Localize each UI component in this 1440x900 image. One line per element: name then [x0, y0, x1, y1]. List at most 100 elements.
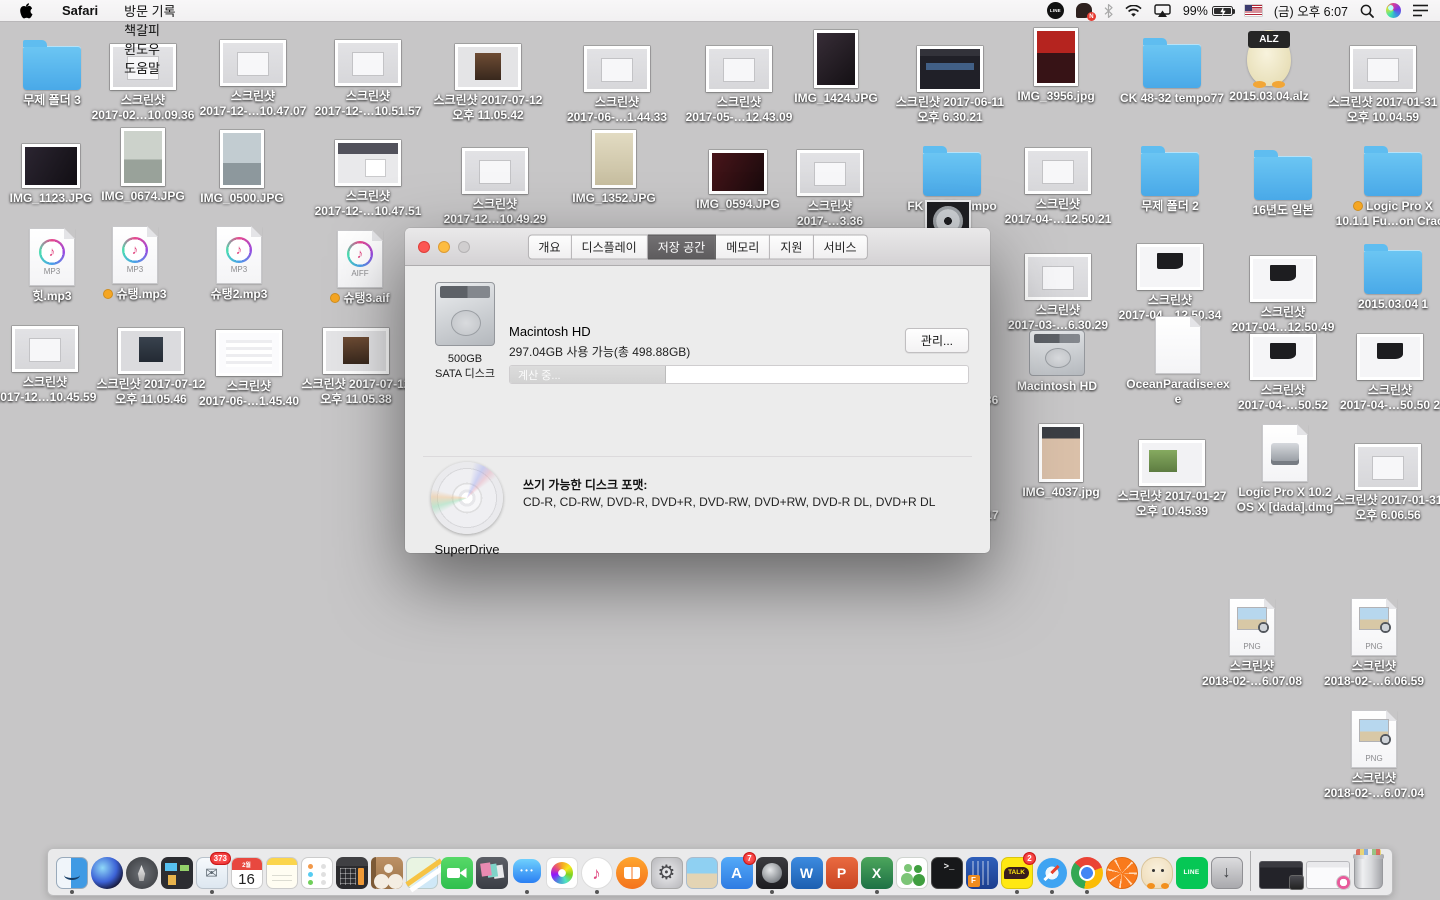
dock-item-launchpad[interactable]: [125, 857, 158, 889]
dock-item-line[interactable]: LINE: [1175, 857, 1208, 889]
desktop-icon[interactable]: PNG스크린샷2018-02-…6.07.04: [1316, 706, 1432, 800]
dock-item-facetime[interactable]: [440, 857, 473, 889]
dock-item-chrome[interactable]: [1070, 857, 1103, 889]
desktop-icon[interactable]: PNG스크린샷2018-02-…6.06.59: [1316, 594, 1432, 688]
desktop-icon[interactable]: Logic Pro X10.1.1 Fu…on Crack: [1335, 134, 1440, 228]
desktop-icon[interactable]: 스크린샷2017-12-…10.47.07: [195, 24, 311, 118]
dock-item-contacts[interactable]: [370, 857, 403, 889]
desktop-icon[interactable]: 스크린샷2017-04…12.50.34: [1112, 228, 1228, 322]
desktop-icon[interactable]: ♪AIFF슈탱3.aif: [302, 226, 418, 306]
dock-item-maps[interactable]: [405, 857, 438, 889]
desktop-icon[interactable]: 16년도 일본: [1225, 138, 1341, 218]
desktop-icon[interactable]: 스크린샷2017-12-…10.51.57: [310, 24, 426, 118]
dock-item-mail[interactable]: ✉373: [195, 857, 228, 889]
desktop-icon[interactable]: IMG_4037.jpg: [1003, 420, 1119, 500]
desktop-icon[interactable]: Macintosh HD: [999, 314, 1115, 394]
minimize-button[interactable]: [438, 241, 450, 253]
line-status-icon[interactable]: LINE: [1047, 2, 1064, 19]
dock-item-word[interactable]: W: [790, 857, 823, 889]
dock-item-ibooks[interactable]: [615, 857, 648, 889]
desktop-icon[interactable]: IMG_1352.JPG: [556, 126, 672, 206]
desktop-icon[interactable]: 스크린샷 2017-07-12오후 11.05.38: [298, 312, 414, 406]
dock-item-photos[interactable]: [545, 857, 578, 889]
battery-status[interactable]: 99%: [1183, 0, 1233, 21]
tab-저장 공간[interactable]: 저장 공간: [648, 234, 717, 259]
messenger-status-icon[interactable]: N: [1076, 0, 1092, 21]
dock-item-powerpoint[interactable]: P: [825, 857, 858, 889]
dock-item-kakaotalk[interactable]: TALK2: [1000, 857, 1033, 889]
desktop-icon[interactable]: 스크린샷 2017-07-12오후 11.05.42: [430, 28, 546, 122]
desktop-icon[interactable]: IMG_3956.jpg: [998, 24, 1114, 104]
desktop-icon[interactable]: PNG스크린샷2018-02-…6.07.08: [1194, 594, 1310, 688]
notification-center-icon[interactable]: [1413, 0, 1428, 21]
siri-icon[interactable]: [1386, 3, 1401, 18]
tab-개요[interactable]: 개요: [527, 234, 571, 259]
dock-item-trash[interactable]: [1352, 856, 1385, 889]
dock-item-calculator[interactable]: [335, 857, 368, 889]
desktop-icon[interactable]: 스크린샷2017-06-…1.44.33: [559, 30, 675, 124]
dock-item-logic-pro[interactable]: [755, 857, 788, 889]
desktop-icon[interactable]: OceanParadise.exe: [1120, 312, 1236, 406]
dock-item-itunes[interactable]: ♪: [580, 857, 613, 889]
dock-item-orange-segments[interactable]: [1105, 857, 1138, 889]
dock-item-min-window-light[interactable]: [1305, 861, 1350, 889]
desktop-icon[interactable]: 스크린샷2017-06-…1.45.40: [191, 314, 307, 408]
desktop-icon[interactable]: ♪MP3슈탱.mp3: [77, 222, 193, 302]
wifi-icon[interactable]: [1125, 0, 1142, 21]
apple-menu[interactable]: [18, 0, 49, 21]
dock-item-system-preferences[interactable]: ⚙: [650, 857, 683, 889]
desktop-icon[interactable]: 스크린샷 2017-01-27오후 10.45.39: [1114, 424, 1230, 518]
dock-item-reminders[interactable]: [300, 857, 333, 889]
menu-app-name[interactable]: Safari: [49, 0, 111, 21]
dock-item-nateon[interactable]: [895, 857, 928, 889]
desktop-icon[interactable]: IMG_1424.JPG: [778, 26, 894, 106]
dock-item-app-store[interactable]: A7: [720, 857, 753, 889]
desktop-icon[interactable]: ♪MP3슈탱2.mp3: [181, 222, 297, 302]
desktop-icon[interactable]: 스크린샷 2017-01-31오후 10.04.59: [1325, 30, 1440, 124]
desktop-icon[interactable]: 스크린샷2017-12…10.45.59: [0, 310, 103, 404]
tab-서비스[interactable]: 서비스: [813, 234, 867, 259]
tab-디스플레이[interactable]: 디스플레이: [572, 234, 648, 259]
spotlight-icon[interactable]: [1360, 0, 1374, 21]
menu-clock[interactable]: (금) 오후 6:07: [1274, 0, 1348, 21]
dock-item-photo-booth[interactable]: [475, 857, 508, 889]
dock-item-safari[interactable]: [1035, 857, 1068, 889]
window-titlebar[interactable]: 개요디스플레이저장 공간메모리지원서비스: [405, 228, 990, 266]
manage-button[interactable]: 관리...: [905, 328, 969, 353]
menu-item[interactable]: 책갈피: [111, 20, 188, 39]
dock-item-messages[interactable]: [510, 857, 543, 889]
input-source-flag-icon[interactable]: [1245, 5, 1262, 16]
desktop-icon[interactable]: 무제 폴더 2: [1112, 134, 1228, 214]
desktop-icon[interactable]: 스크린샷 2017-06-11오후 6.30.21: [892, 30, 1008, 124]
close-button[interactable]: [418, 241, 430, 253]
dock-item-calendar[interactable]: 2월16: [230, 857, 263, 889]
menu-item[interactable]: 윈도우: [111, 39, 188, 58]
bluetooth-icon[interactable]: [1104, 0, 1113, 21]
dock-item-preview[interactable]: [685, 857, 718, 889]
desktop-icon[interactable]: 스크린샷2017-…3.36: [772, 134, 888, 228]
dock-item-mission-control[interactable]: [160, 857, 193, 889]
dock-item-installer[interactable]: ↓: [1210, 857, 1243, 889]
airplay-display-icon[interactable]: [1154, 0, 1171, 21]
tab-지원[interactable]: 지원: [770, 234, 813, 259]
desktop-icon[interactable]: 스크린샷2017-04-…12.50.21: [1000, 132, 1116, 226]
desktop-icon[interactable]: Logic Pro X 10.2OS X [dada].dmg: [1227, 420, 1343, 514]
desktop-icon[interactable]: 스크린샷2017-12-…10.47.51: [310, 124, 426, 218]
desktop-icon[interactable]: IMG_0500.JPG: [184, 126, 300, 206]
desktop-icon[interactable]: 스크린샷2017-12…10.49.29: [437, 132, 553, 226]
dock-item-gomplayer[interactable]: [1140, 857, 1173, 889]
desktop-icon[interactable]: ALZ2015.03.04.alz: [1211, 24, 1327, 104]
menu-item[interactable]: 도움말: [111, 58, 188, 77]
dock-item-excel[interactable]: X: [860, 857, 893, 889]
tab-메모리[interactable]: 메모리: [716, 234, 770, 259]
desktop-icon[interactable]: 스크린샷2017-04-…50.52: [1225, 318, 1341, 412]
dock-item-min-window-dark[interactable]: [1258, 861, 1303, 889]
dock-item-notes[interactable]: [265, 857, 298, 889]
dock-item-f-doc[interactable]: F: [965, 857, 998, 889]
desktop-icon[interactable]: 2015.03.04 1: [1335, 232, 1440, 312]
menu-item[interactable]: 방문 기록: [111, 1, 188, 20]
desktop-icon[interactable]: 스크린샷 2017-01-31오후 6.06.56: [1330, 428, 1440, 522]
dock-item-terminal[interactable]: >_: [930, 857, 963, 889]
dock-item-siri[interactable]: [90, 857, 123, 889]
desktop-icon[interactable]: 스크린샷2017-04-…50.50 2: [1332, 318, 1440, 412]
